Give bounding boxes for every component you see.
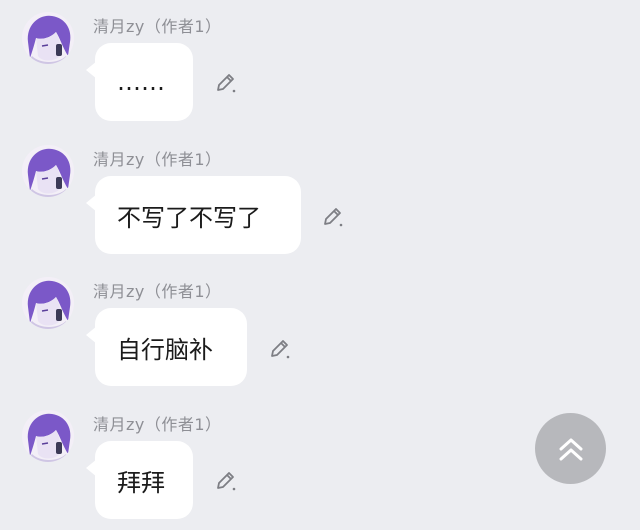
message-text: …… — [117, 68, 165, 96]
pencil-edit-icon[interactable] — [321, 204, 345, 228]
pencil-edit-icon[interactable] — [268, 336, 292, 360]
pencil-edit-icon[interactable] — [214, 70, 238, 94]
author-name: 清月zy（作者1） — [93, 17, 222, 36]
message-bubble[interactable]: 拜拜 — [86, 441, 193, 519]
avatar-image — [22, 410, 74, 462]
message-text: 自行脑补 — [117, 335, 213, 364]
message-bubble[interactable]: 自行脑补 — [86, 308, 247, 386]
message-text: 不写了不写了 — [117, 203, 261, 232]
message-bubble[interactable]: …… — [86, 43, 193, 121]
pencil-edit-icon[interactable] — [214, 468, 238, 492]
double-chevron-up-icon — [559, 438, 582, 460]
scroll-to-top-button[interactable] — [535, 413, 606, 484]
avatar-image — [22, 12, 74, 64]
chat-message: 清月zy（作者1） 自行脑补 — [0, 265, 640, 397]
avatar-image — [22, 277, 74, 329]
avatar[interactable] — [22, 12, 74, 64]
chat-message: 清月zy（作者1） 不写了不写了 — [0, 133, 640, 265]
avatar[interactable] — [22, 145, 74, 197]
avatar[interactable] — [22, 410, 74, 462]
message-text: 拜拜 — [117, 468, 165, 497]
author-name: 清月zy（作者1） — [93, 282, 222, 301]
message-bubble[interactable]: 不写了不写了 — [86, 176, 301, 254]
avatar[interactable] — [22, 277, 74, 329]
author-name: 清月zy（作者1） — [93, 150, 222, 169]
chat-message: 清月zy（作者1） …… — [0, 0, 640, 132]
author-name: 清月zy（作者1） — [93, 415, 222, 434]
avatar-image — [22, 145, 74, 197]
